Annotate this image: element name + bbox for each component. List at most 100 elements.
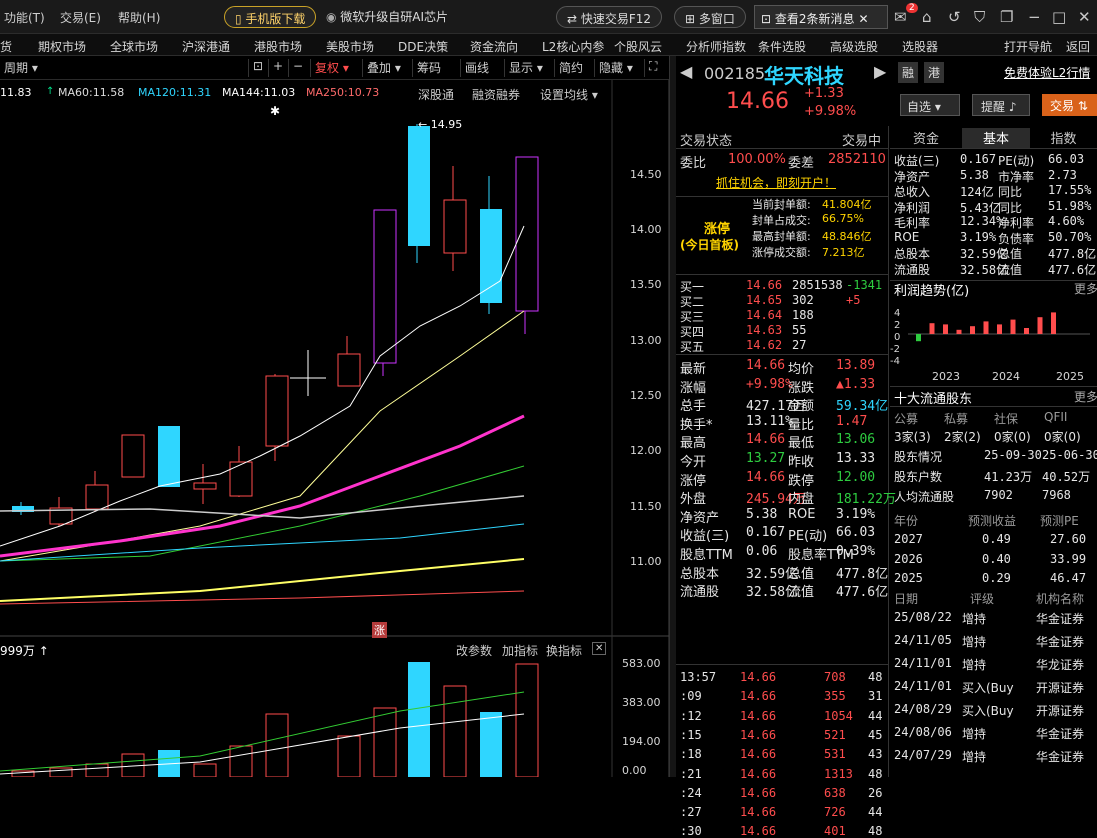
tick-price: 14.66 <box>740 766 777 781</box>
menu-trade[interactable]: 交易(E) <box>60 9 101 26</box>
nav-item[interactable]: 货 <box>0 38 12 55</box>
fund-value: 477.6亿 <box>1048 262 1097 277</box>
next-stock-icon[interactable]: ▶ <box>874 62 886 81</box>
kline-chart[interactable]: 周期 ▾ ⊡ + − 复权 ▾ 叠加 ▾ 筹码 画线 显示 ▾ 简约 隐藏 ▾ … <box>0 56 670 777</box>
nav-item[interactable]: 全球市场 <box>110 38 158 55</box>
margin-tag: 融 <box>898 62 919 83</box>
fast-trade-button[interactable]: ⇄ 快速交易F12 <box>556 6 663 28</box>
quote-label: 最低 <box>788 436 815 452</box>
back-icon[interactable]: ↺ <box>948 8 961 26</box>
multi-window-button[interactable]: ⊞ 多窗口 <box>674 6 746 28</box>
quote-value: 14.66 <box>746 358 786 373</box>
forecast-header: 年份 <box>894 514 919 528</box>
moving-averages <box>0 225 525 605</box>
maximize-icon[interactable]: □ <box>1052 8 1066 26</box>
volume-bar <box>49 767 73 777</box>
ma-line <box>0 558 525 602</box>
profit-bar <box>1024 328 1029 334</box>
holder-stat-label: 股东户数 <box>894 470 943 484</box>
nav-item[interactable]: 选股器 <box>902 38 938 55</box>
alert-button[interactable]: 提醒 ♪ <box>972 94 1030 116</box>
tab-basic[interactable]: 基本 <box>962 128 1030 148</box>
tick-volume: 1054 <box>824 708 853 723</box>
tick-volume: 638 <box>824 785 846 800</box>
profit-tick: 4 <box>894 308 901 319</box>
home-icon[interactable]: ⌂ <box>922 8 932 26</box>
tick-count: 26 <box>868 785 883 800</box>
nav-item[interactable]: 美股市场 <box>326 38 374 55</box>
back-link[interactable]: 返回 <box>1066 38 1090 55</box>
fund-label: 总值 <box>998 247 1023 261</box>
nav-item[interactable]: DDE决策 <box>398 38 448 55</box>
tick-count: 44 <box>868 805 883 820</box>
fund-value: 17.55% <box>1048 183 1092 197</box>
holders-more-link[interactable]: 更多 <box>1074 388 1097 405</box>
f10-panel: 资金 基本 指数 收益(三) 0.167 PE(动) 66.03 净资产 5.38 市净率 2… <box>890 126 1097 777</box>
nav-item[interactable]: 分析师指数 <box>686 38 746 55</box>
profit-more-link[interactable]: 更多 <box>1074 280 1097 297</box>
holder-count: 0家(0) <box>994 430 1031 444</box>
quote-label: 内盘 <box>788 492 815 508</box>
menu-help[interactable]: 帮助(H) <box>118 9 160 26</box>
open-nav-link[interactable]: 打开导航 <box>1004 38 1052 55</box>
fund-label: 净资产 <box>894 169 931 184</box>
bid-change: +5 <box>846 293 861 307</box>
quote-value: 13.89 <box>836 358 876 373</box>
nav-item[interactable]: 个股风云 <box>614 38 662 55</box>
mail-icon[interactable]: ✉ <box>894 8 907 26</box>
quote-value: 12.00 <box>836 469 876 485</box>
add-indicator-link[interactable]: 加指标 <box>502 642 538 659</box>
holder-type: 私募 <box>944 412 969 426</box>
nav-item[interactable]: 条件选股 <box>758 38 806 55</box>
tick-count: 48 <box>868 670 883 684</box>
nav-item[interactable]: 沪深港通 <box>182 38 230 55</box>
l2-promo-link[interactable]: 免费体验L2行情 <box>1004 64 1090 81</box>
trade-button[interactable]: 交易 ⇅ <box>1042 94 1097 116</box>
volume-bar <box>480 712 502 777</box>
restore-icon[interactable]: ❐ <box>1000 8 1013 26</box>
news-button[interactable]: ⊡ 查看2条新消息 ✕ <box>754 5 888 29</box>
candle-body <box>515 156 539 312</box>
params-link[interactable]: 改参数 <box>456 642 492 659</box>
nav-item[interactable]: L2核心内参 <box>542 38 604 55</box>
open-account-link[interactable]: 抓住机会，即刻开户！ <box>716 174 836 191</box>
nav-item[interactable]: 期权市场 <box>38 38 86 55</box>
nav-item[interactable]: 资金流向 <box>470 38 518 55</box>
tick-time: :18 <box>680 747 702 762</box>
price-axis-tick: 14.50 <box>630 168 662 181</box>
holder-count: 2家(2) <box>944 430 981 444</box>
bid-price: 14.66 <box>746 278 783 292</box>
holders-title: 十大流通股东 <box>894 392 973 407</box>
volume-bar <box>229 745 253 777</box>
minimize-icon[interactable]: − <box>1028 8 1041 26</box>
menu-function[interactable]: 功能(T) <box>4 9 45 26</box>
price-axis-tick: 13.00 <box>630 334 662 347</box>
window-close-icon[interactable]: ✕ <box>1078 8 1091 26</box>
tab-fund[interactable]: 资金 <box>890 128 962 148</box>
shirt-icon[interactable]: ⛉ <box>974 8 985 26</box>
candle-body <box>408 126 430 246</box>
mobile-download-button[interactable]: ▯ 手机版下载 <box>224 6 317 28</box>
nav-item[interactable]: 港股市场 <box>254 38 302 55</box>
close-icon[interactable]: ✕ <box>859 12 869 26</box>
holder-count: 0家(0) <box>1044 430 1081 444</box>
volume-close-icon[interactable]: ✕ <box>592 642 607 655</box>
fund-label: 毛利率 <box>894 216 931 230</box>
news-ticker[interactable]: ◉ 微软升级自研AI芯片 <box>326 8 448 25</box>
forecast-eps: 0.49 <box>982 532 1011 546</box>
switch-indicator-link[interactable]: 换指标 <box>546 642 582 659</box>
quote-label: 最新 <box>680 362 707 377</box>
tick-volume: 521 <box>824 727 846 742</box>
rating-date: 24/08/06 <box>894 725 952 739</box>
volume-bar <box>443 685 467 777</box>
tick-count: 48 <box>868 824 883 838</box>
prev-stock-icon[interactable]: ◀ <box>680 62 692 81</box>
nav-item[interactable]: 高级选股 <box>830 38 878 55</box>
panel-splitter[interactable] <box>669 56 676 777</box>
tick-price: 14.66 <box>740 689 777 704</box>
watchlist-button[interactable]: 自选 ▾ <box>900 94 960 116</box>
mail-badge: 2 <box>906 3 918 13</box>
quote-value: 13.11% <box>746 413 793 429</box>
rating-org: 开源证券 <box>1036 704 1085 718</box>
tab-index[interactable]: 指数 <box>1030 128 1097 148</box>
